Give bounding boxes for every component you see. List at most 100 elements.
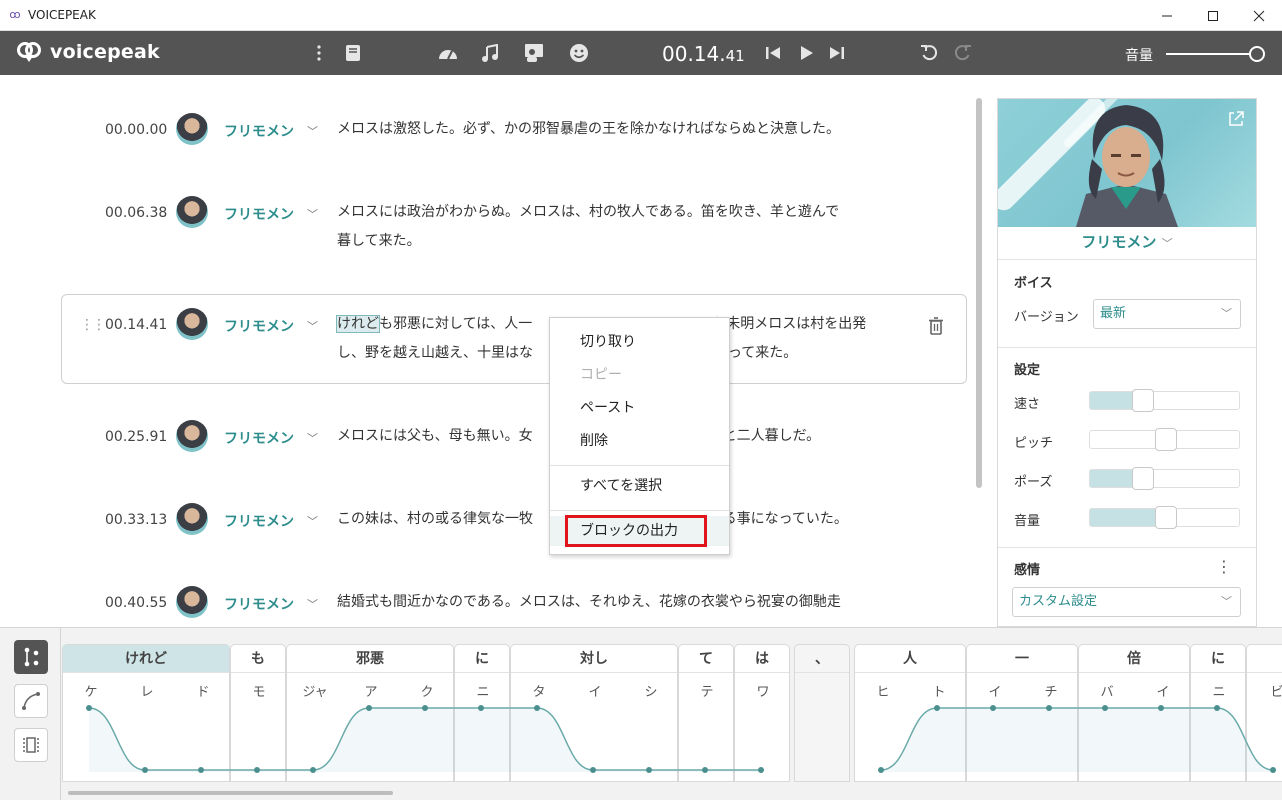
speaker-name[interactable]: フリモメン [224,594,294,614]
pause-slider[interactable] [1089,467,1240,490]
pitch-point [878,767,884,773]
character-name: フリモメン [1081,233,1157,251]
speaker-name[interactable]: フリモメン [224,428,294,448]
chevron-down-icon[interactable]: ﹀ [307,318,318,334]
speaker-avatar [176,503,208,535]
chevron-down-icon[interactable]: ﹀ [307,430,318,446]
external-link-icon[interactable] [1228,111,1244,127]
row-text[interactable]: 結婚式も間近かなのである。メロスは、それゆえ、花嫁の衣裳やら祝宴の御馳走 [337,588,907,617]
panel-separator [998,259,1256,260]
text-segment: し、野を越え山越え、十里はな [337,345,533,361]
emotion-button[interactable] [567,41,591,65]
smiley-icon [570,44,588,62]
menu-item-delete[interactable]: 削除 [550,426,729,456]
character-panel: フリモメン ﹀ ボイス バージョン 最新 ﹀ 設定 速さ ピッチ ポーズ 音量 感… [997,98,1257,627]
row-text-line: 暮して来た。 [337,233,421,249]
volume-setting-slider[interactable] [1089,506,1240,529]
skip-back-icon [766,47,780,59]
drag-handle-icon[interactable]: ⋮⋮ [80,317,106,333]
volume-slider[interactable] [1166,53,1254,55]
pitch-area [881,708,1273,772]
speaker-name[interactable]: フリモメン [224,511,294,531]
pitch-point [310,767,316,773]
slider-knob[interactable] [1154,428,1177,451]
chevron-down-icon[interactable]: ﹀ [307,206,318,222]
row-time: 00.06.38 [105,205,168,221]
row-text[interactable]: メロスは激怒した。必ず、かの邪智暴虐の王を除かなければならぬと決意した。 [337,115,907,144]
chevron-down-icon[interactable]: ﹀ [307,513,318,529]
row-time: 00.33.13 [105,512,168,528]
voice-heading: ボイス [1014,276,1053,291]
menu-item-select-all[interactable]: すべてを選択 [550,471,729,501]
dictionary-button[interactable] [341,41,365,65]
pitch-point [1158,705,1164,711]
chevron-down-icon[interactable]: ﹀ [307,123,318,139]
speaker-name[interactable]: フリモメン [224,316,294,336]
chevron-down-icon[interactable]: ﹀ [307,596,318,612]
maximize-button[interactable] [1190,0,1236,31]
pitch-point [1046,705,1052,711]
trash-icon[interactable] [928,317,944,335]
pitch-point [990,705,996,711]
text-segment: も邪悪に対しては、人一 [379,316,533,332]
skip-back-button[interactable] [761,41,785,65]
minimize-button[interactable] [1144,0,1190,31]
pitch-point [198,767,204,773]
pitch-point [1102,705,1108,711]
speed-slider[interactable] [1089,389,1240,412]
pitch-curve[interactable] [0,628,1282,800]
menu-separator [550,465,729,466]
narrator-button[interactable] [523,41,547,65]
version-select[interactable]: 最新 ﹀ [1093,299,1241,329]
kebab-icon [317,45,321,61]
speaker-name[interactable]: フリモメン [224,204,294,224]
pitch-point [422,705,428,711]
text-segment: う未明メロスは村を出発 [712,316,867,332]
timecode-display: 00.14.41 [662,42,745,66]
speaker-avatar [176,196,208,228]
selected-text[interactable]: けれど [336,315,380,333]
close-button[interactable] [1236,0,1282,31]
highlight-box [565,515,707,547]
slider-knob[interactable] [1131,389,1154,412]
row-time: 00.00.00 [105,122,168,138]
skip-forward-button[interactable] [825,41,849,65]
pitch-point [1270,767,1276,773]
redo-button[interactable] [951,41,975,65]
character-portrait [998,99,1256,227]
speaker-avatar [176,420,208,452]
speaker-name[interactable]: フリモメン [224,121,294,141]
app-icon: ꝏ [9,8,21,21]
emotion-heading: 感情 [1014,563,1041,578]
emotion-select[interactable]: カスタム設定 ﹀ [1012,587,1241,617]
character-name-select[interactable]: フリモメン ﹀ [998,231,1256,252]
menu-item-copy[interactable]: コピー [550,360,729,390]
pitch-point [478,705,484,711]
slider-knob[interactable] [1154,506,1177,529]
logo: voicepeak [16,39,160,65]
music-note-icon [482,44,498,62]
row-text[interactable]: メロスには政治がわからぬ。メロスは、村の牧人である。笛を吹き、羊と遊んで 暮して… [337,198,907,256]
more-menu-button[interactable] [307,41,331,65]
book-icon [346,45,360,61]
volume-slider-knob[interactable] [1249,46,1265,62]
menu-item-cut[interactable]: 切り取り [550,327,729,357]
emotion-menu-kebab-icon[interactable]: ⋮ [1216,557,1232,576]
text-segment: この妹は、村の或る律気な一牧 [337,511,533,527]
timecode-fraction: 41 [725,47,745,65]
music-button[interactable] [478,41,502,65]
play-button[interactable] [794,41,818,65]
row-time: 00.25.91 [105,429,168,445]
slider-knob[interactable] [1131,467,1154,490]
script-scrollbar[interactable] [976,98,982,488]
speed-button[interactable] [436,41,460,65]
panel-separator [998,547,1256,548]
chevron-down-icon: ﹀ [1161,237,1173,250]
editor-scrollbar[interactable] [68,791,393,795]
panel-separator [998,347,1256,348]
pitch-slider[interactable] [1089,428,1240,451]
undo-button[interactable] [917,41,941,65]
menu-item-paste[interactable]: ペースト [550,393,729,423]
emotion-value: カスタム設定 [1019,594,1098,609]
speaker-avatar [176,586,208,618]
